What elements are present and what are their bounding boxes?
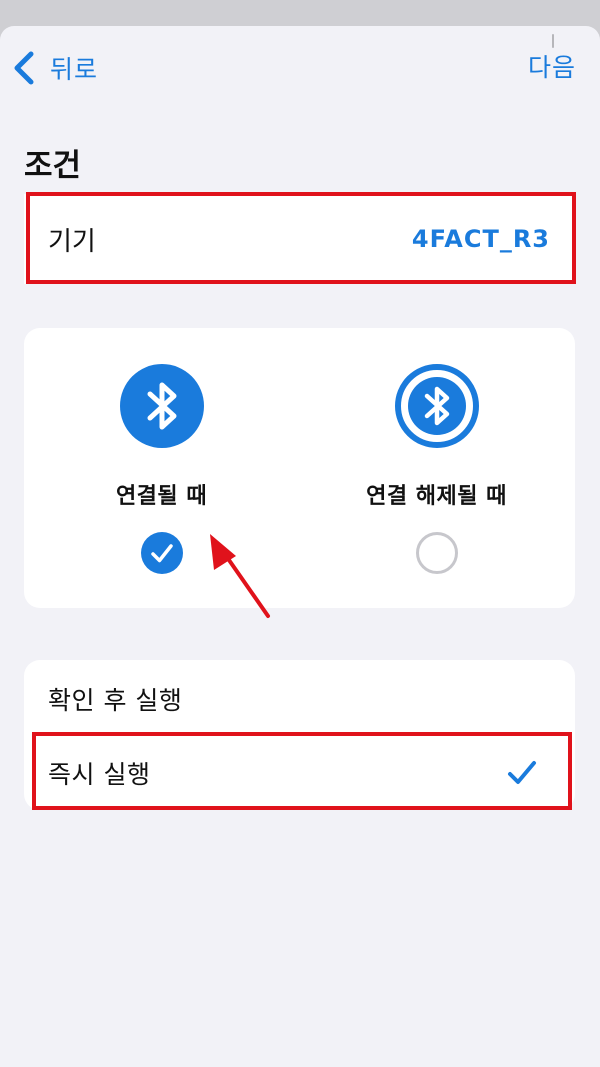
run-option-immediate[interactable]: 즉시 실행	[24, 736, 575, 810]
option-label: 연결 해제될 때	[366, 484, 507, 509]
option-label: 연결될 때	[115, 484, 208, 509]
run-option-confirm[interactable]: 확인 후 실행	[24, 662, 575, 736]
bluetooth-outline-icon	[395, 364, 479, 448]
device-row[interactable]: 기기 4FACT_R3	[24, 194, 574, 284]
checkmark-icon	[508, 761, 536, 784]
scroll-indicator	[552, 34, 554, 48]
condition-card: 연결될 때 연결 해제될 때	[24, 328, 575, 608]
option-disconnected[interactable]: 연결 해제될 때	[299, 328, 574, 608]
back-button[interactable]: 뒤로	[12, 50, 98, 86]
option-connected[interactable]: 연결될 때	[24, 328, 299, 608]
section-title: 조건	[24, 148, 82, 184]
next-button[interactable]: 다음	[528, 50, 576, 86]
radio-checked[interactable]	[141, 532, 183, 574]
run-mode-card: 확인 후 실행 즉시 실행	[24, 660, 575, 810]
checkmark-icon	[151, 544, 173, 563]
run-option-label: 즉시 실행	[48, 760, 151, 789]
device-label: 기기	[48, 226, 96, 257]
chevron-left-icon	[14, 51, 34, 85]
run-option-label: 확인 후 실행	[48, 686, 183, 715]
radio-unchecked[interactable]	[416, 532, 458, 574]
back-label: 뒤로	[50, 55, 99, 84]
bluetooth-filled-icon	[120, 364, 204, 448]
device-value: 4FACT_R3	[411, 225, 550, 253]
